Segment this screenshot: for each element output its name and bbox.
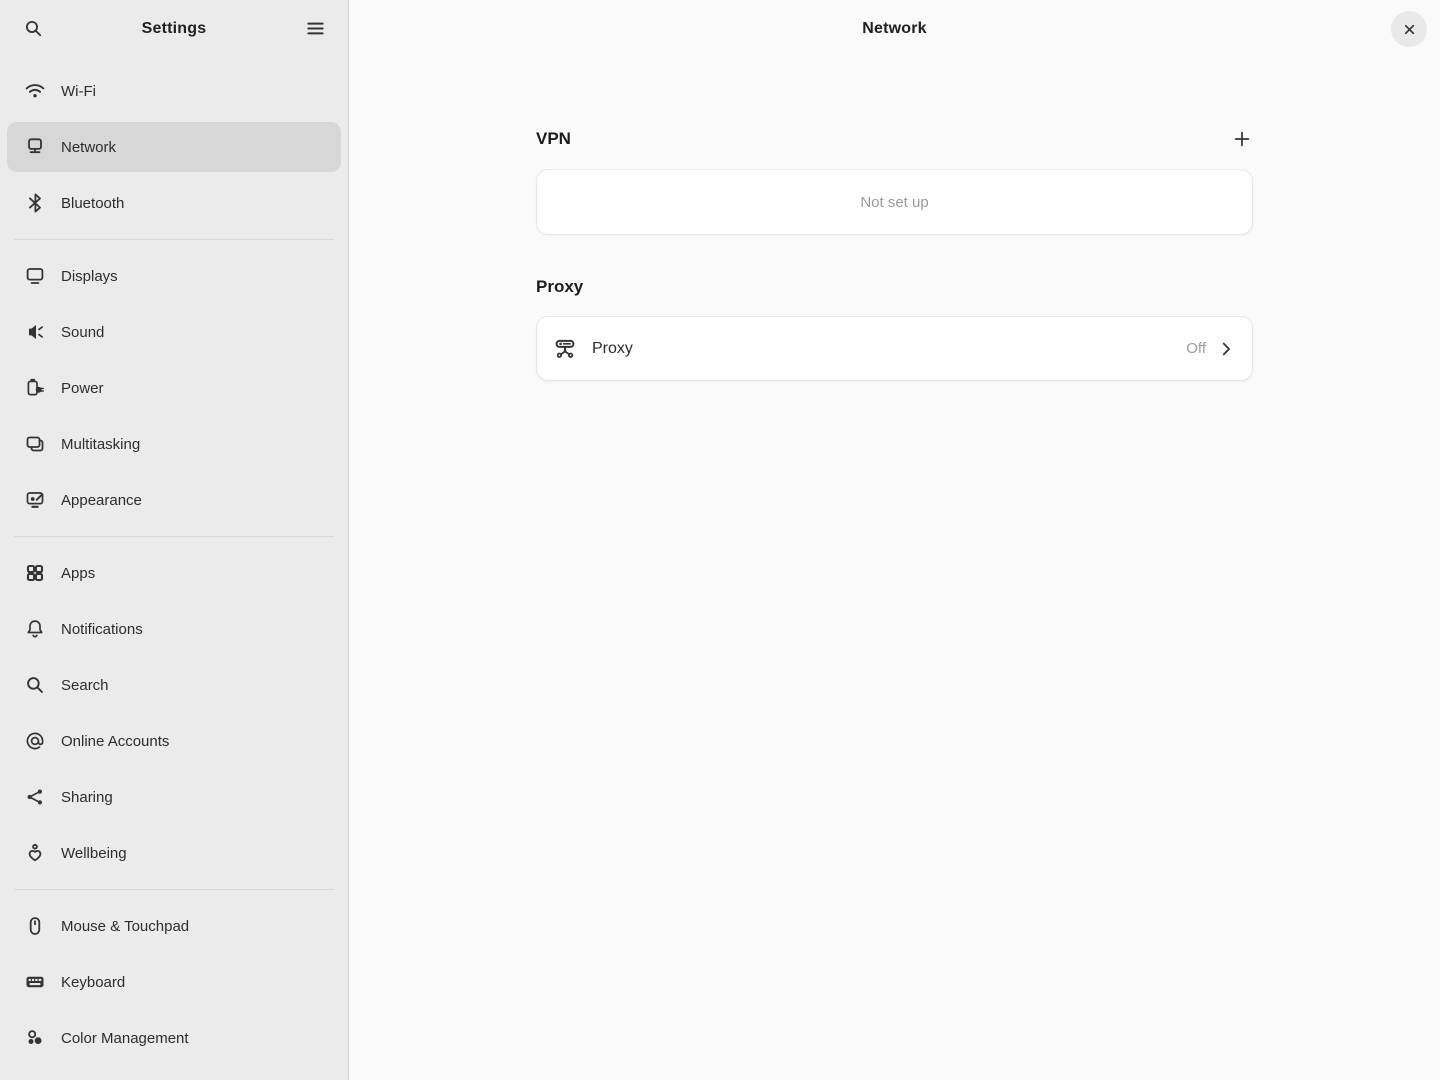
- keyboard-icon: [23, 970, 47, 994]
- close-button[interactable]: [1391, 11, 1427, 47]
- sidebar-item-label: Wi-Fi: [61, 83, 96, 100]
- sidebar-item-multitasking[interactable]: Multitasking: [7, 419, 341, 469]
- sidebar-item-label: Network: [61, 139, 116, 156]
- sidebar-item-keyboard[interactable]: Keyboard: [7, 957, 341, 1007]
- sidebar-item-label: Appearance: [61, 492, 142, 509]
- notifications-icon: [23, 617, 47, 641]
- sidebar-nav: Wi-Fi Network Bluetooth Displays Sound P…: [0, 57, 348, 1080]
- sidebar-item-color-management[interactable]: Color Management: [7, 1013, 341, 1063]
- sidebar-item-label: Sharing: [61, 789, 113, 806]
- sidebar-separator: [14, 536, 334, 537]
- sidebar-separator: [14, 239, 334, 240]
- proxy-row-label: Proxy: [592, 340, 633, 358]
- sidebar-menu-button[interactable]: [298, 12, 332, 46]
- sidebar-item-network[interactable]: Network: [7, 122, 341, 172]
- search-icon: [22, 17, 45, 40]
- color-management-icon: [23, 1026, 47, 1050]
- search-icon: [23, 673, 47, 697]
- sidebar: Settings Wi-Fi Network Bluetooth Display…: [0, 0, 349, 1080]
- vpn-empty-card: Not set up: [536, 169, 1253, 235]
- appearance-icon: [23, 488, 47, 512]
- sidebar-item-sharing[interactable]: Sharing: [7, 772, 341, 822]
- sidebar-item-label: Online Accounts: [61, 733, 169, 750]
- sidebar-item-apps[interactable]: Apps: [7, 548, 341, 598]
- proxy-icon: [551, 335, 579, 363]
- sidebar-item-label: Multitasking: [61, 436, 140, 453]
- proxy-row[interactable]: Proxy Off: [537, 317, 1252, 380]
- proxy-status-value: Off: [1186, 340, 1206, 357]
- displays-icon: [23, 264, 47, 288]
- multitasking-icon: [23, 432, 47, 456]
- sidebar-item-online-accounts[interactable]: Online Accounts: [7, 716, 341, 766]
- sidebar-separator: [14, 889, 334, 890]
- proxy-card: Proxy Off: [536, 316, 1253, 381]
- sidebar-item-label: Wellbeing: [61, 845, 127, 862]
- proxy-heading: Proxy: [536, 277, 583, 297]
- sidebar-item-wellbeing[interactable]: Wellbeing: [7, 828, 341, 878]
- vpn-empty-text: Not set up: [860, 194, 928, 211]
- sidebar-item-label: Search: [61, 677, 109, 694]
- sidebar-item-notifications[interactable]: Notifications: [7, 604, 341, 654]
- sidebar-item-search[interactable]: Search: [7, 660, 341, 710]
- sidebar-item-label: Color Management: [61, 1030, 189, 1047]
- proxy-section: Proxy Proxy Off: [536, 272, 1253, 381]
- sidebar-item-bluetooth[interactable]: Bluetooth: [7, 178, 341, 228]
- sound-icon: [23, 320, 47, 344]
- sidebar-search-button[interactable]: [16, 12, 50, 46]
- proxy-section-header: Proxy: [536, 272, 1253, 302]
- sidebar-item-label: Apps: [61, 565, 95, 582]
- vpn-heading: VPN: [536, 129, 571, 149]
- vpn-section-header: VPN: [536, 123, 1253, 155]
- sidebar-item-label: Notifications: [61, 621, 143, 638]
- page-title: Network: [862, 20, 927, 38]
- sharing-icon: [23, 785, 47, 809]
- vpn-section: VPN Not set up: [536, 123, 1253, 235]
- sidebar-item-displays[interactable]: Displays: [7, 251, 341, 301]
- bluetooth-icon: [23, 191, 47, 215]
- sidebar-item-label: Bluetooth: [61, 195, 124, 212]
- wifi-icon: [23, 79, 47, 103]
- network-page: VPN Not set up Proxy Proxy Off: [536, 57, 1253, 381]
- sidebar-item-mouse-touchpad[interactable]: Mouse & Touchpad: [7, 901, 341, 951]
- sidebar-item-label: Mouse & Touchpad: [61, 918, 189, 935]
- power-icon: [23, 376, 47, 400]
- hamburger-menu-icon: [304, 17, 327, 40]
- sidebar-item-power[interactable]: Power: [7, 363, 341, 413]
- sidebar-title: Settings: [142, 20, 207, 38]
- sidebar-item-wi-fi[interactable]: Wi-Fi: [7, 66, 341, 116]
- sidebar-item-appearance[interactable]: Appearance: [7, 475, 341, 525]
- main-panel: Network VPN Not set up Proxy: [349, 0, 1440, 1080]
- mouse-icon: [23, 914, 47, 938]
- add-vpn-button[interactable]: [1226, 123, 1258, 155]
- sidebar-header: Settings: [0, 0, 348, 57]
- online-accounts-icon: [23, 729, 47, 753]
- sidebar-item-label: Keyboard: [61, 974, 125, 991]
- wellbeing-icon: [23, 841, 47, 865]
- apps-icon: [23, 561, 47, 585]
- sidebar-item-sound[interactable]: Sound: [7, 307, 341, 357]
- sidebar-item-label: Sound: [61, 324, 104, 341]
- main-header: Network: [349, 0, 1440, 57]
- sidebar-item-label: Displays: [61, 268, 118, 285]
- network-icon: [23, 135, 47, 159]
- chevron-right-icon: [1216, 339, 1236, 359]
- plus-icon: [1231, 128, 1253, 150]
- close-icon: [1400, 20, 1419, 39]
- sidebar-item-label: Power: [61, 380, 104, 397]
